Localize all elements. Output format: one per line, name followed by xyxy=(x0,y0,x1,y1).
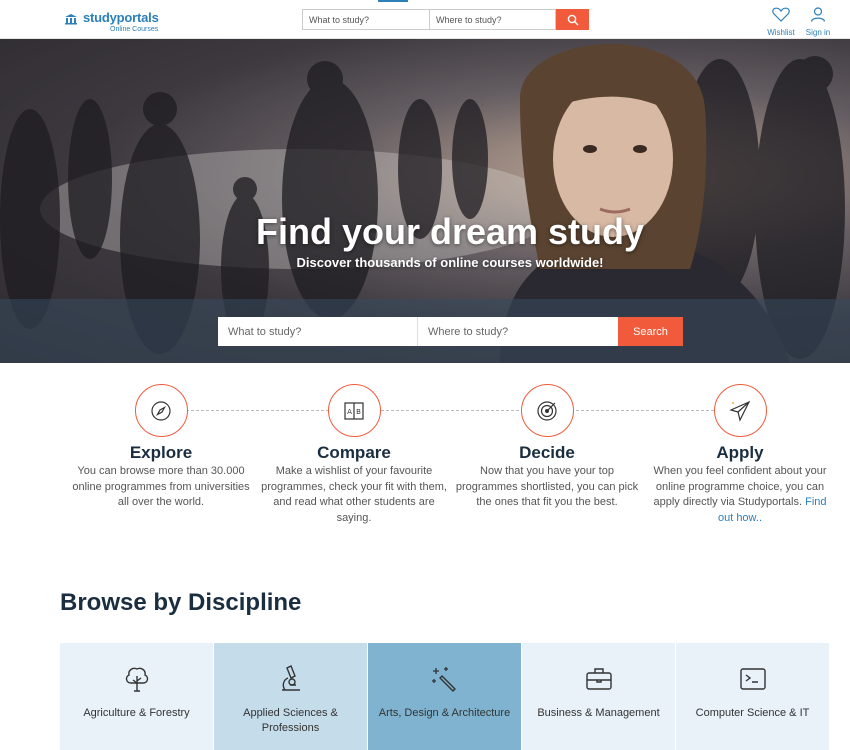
tree-icon xyxy=(125,667,148,692)
heart-icon xyxy=(772,7,790,22)
step-explore: Explore You can browse more than 30.000 … xyxy=(66,384,256,511)
step-text: Make a wishlist of your favourite progra… xyxy=(261,465,447,524)
terminal-icon xyxy=(739,668,766,690)
signin-label: Sign in xyxy=(805,28,831,37)
briefcase-icon xyxy=(585,668,612,690)
hero-where-input[interactable] xyxy=(418,317,618,346)
step-icon-circle xyxy=(134,384,188,437)
hero-what-input[interactable] xyxy=(218,317,418,346)
step-apply: Apply When you feel confident about your… xyxy=(645,384,835,526)
hero-banner: Find your dream study Discover thousands… xyxy=(0,39,850,363)
svg-text:B: B xyxy=(356,408,361,416)
header-search-button[interactable] xyxy=(556,9,589,30)
discipline-agriculture[interactable]: Agriculture & Forestry xyxy=(60,643,214,750)
target-icon xyxy=(537,400,557,421)
discipline-label: Arts, Design & Architecture xyxy=(378,707,511,719)
hero-search: Search xyxy=(218,317,683,346)
compare-icon: A B xyxy=(344,401,364,420)
step-decide: Decide Now that you have your top progra… xyxy=(452,384,642,511)
discipline-label: Computer Science & IT xyxy=(695,707,810,719)
signin-button[interactable]: Sign in xyxy=(802,7,834,37)
step-title: Decide xyxy=(519,443,575,462)
hero-subtitle: Discover thousands of online courses wor… xyxy=(296,255,604,270)
user-icon xyxy=(810,7,826,22)
step-icon-circle xyxy=(520,384,574,437)
step-icon-circle xyxy=(713,384,767,437)
step-title: Explore xyxy=(129,443,193,462)
discipline-applied-sciences[interactable]: Applied Sciences & Professions xyxy=(214,643,368,750)
search-icon xyxy=(567,14,578,25)
hero-title: Find your dream study xyxy=(255,211,645,252)
step-icon-circle: A B xyxy=(327,384,381,437)
discipline-business[interactable]: Business & Management xyxy=(522,643,676,750)
header-where-input[interactable] xyxy=(430,9,556,30)
step-title: Compare xyxy=(317,443,391,462)
step-text: When you feel confident about your onlin… xyxy=(645,464,835,526)
discipline-label: Applied Sciences & Professions xyxy=(243,707,338,734)
hero-search-button[interactable]: Search xyxy=(618,317,683,346)
browse-title: Browse by Discipline xyxy=(60,589,302,616)
svg-text:A: A xyxy=(347,408,352,416)
step-text: Now that you have your top programmes sh… xyxy=(455,465,639,508)
microscope-icon xyxy=(281,665,300,691)
active-tab-marker xyxy=(378,0,408,2)
header-what-input[interactable] xyxy=(302,9,430,30)
wishlist-label: Wishlist xyxy=(767,28,795,37)
brand-name: studyportals xyxy=(83,10,159,25)
step-text-body: When you feel confident about your onlin… xyxy=(653,465,827,508)
header-search xyxy=(302,9,589,30)
discipline-list: Agriculture & Forestry Applied Sciences … xyxy=(60,643,830,750)
discipline-computer-science[interactable]: Computer Science & IT xyxy=(676,643,830,750)
step-title: Apply xyxy=(716,443,764,462)
discipline-label: Business & Management xyxy=(537,707,660,719)
compass-icon xyxy=(151,400,171,421)
discipline-label: Agriculture & Forestry xyxy=(83,707,190,719)
magic-wand-icon xyxy=(431,667,456,692)
discipline-arts[interactable]: Arts, Design & Architecture xyxy=(368,643,522,750)
step-text: You can browse more than 30.000 online p… xyxy=(72,465,250,508)
step-compare: A B Compare Make a wishlist of your favo… xyxy=(259,384,449,526)
site-header: studyportals Online Courses Wishlist Sig… xyxy=(0,0,850,39)
university-icon xyxy=(65,14,77,25)
brand-subtitle: Online Courses xyxy=(110,26,159,33)
wishlist-button[interactable]: Wishlist xyxy=(765,7,797,37)
paper-plane-icon xyxy=(729,400,751,422)
